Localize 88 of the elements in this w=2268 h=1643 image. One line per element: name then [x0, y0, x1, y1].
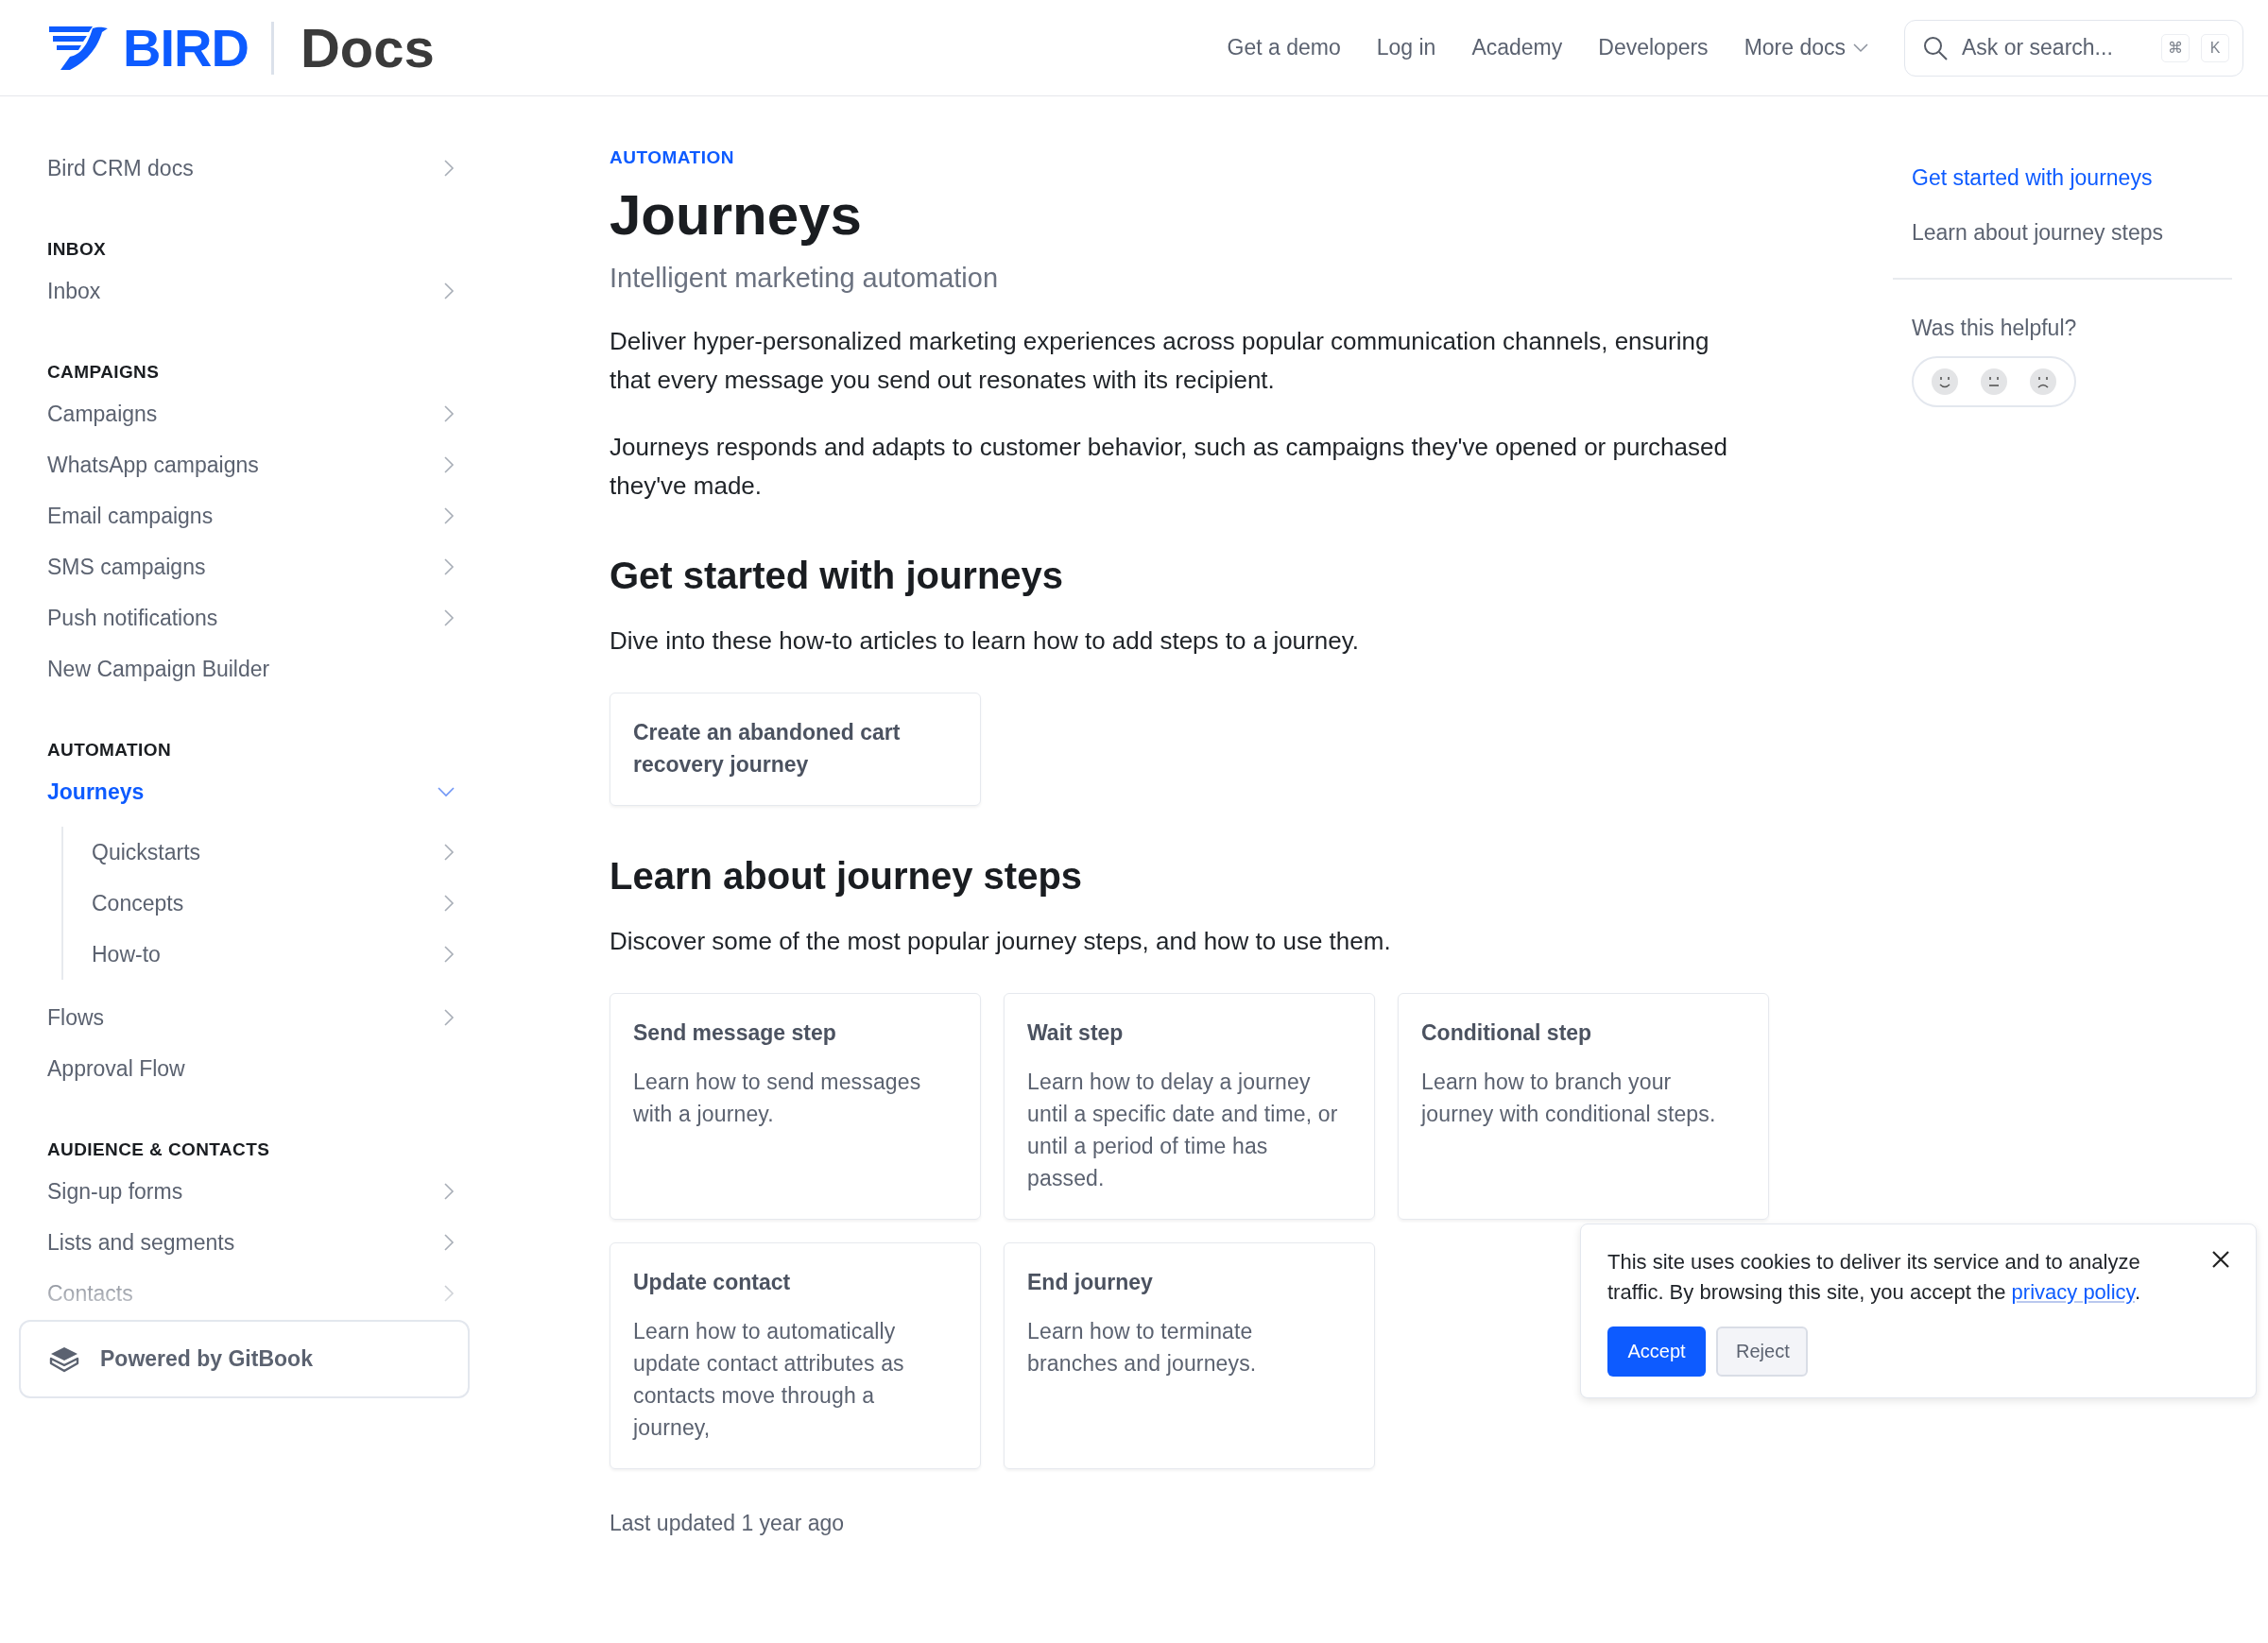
toc-link[interactable]: Get started with journeys	[1912, 164, 2232, 191]
chevron-right-icon	[442, 158, 455, 179]
gitbook-icon	[49, 1345, 79, 1373]
page-title: Journeys	[610, 182, 863, 248]
sidebar-item[interactable]: Quickstarts	[92, 827, 463, 878]
sidebar-item[interactable]: Sign-up forms	[47, 1166, 463, 1217]
article-card[interactable]: Conditional step Learn how to branch your journey with conditional steps.	[1398, 993, 1769, 1220]
neutral-face-icon[interactable]	[1980, 368, 2008, 396]
sidebar-item[interactable]: Bird CRM docs	[47, 143, 463, 194]
search-icon	[1922, 34, 1949, 61]
chevron-right-icon	[442, 944, 455, 965]
chevron-right-icon	[442, 403, 455, 424]
chevron-right-icon	[442, 1181, 455, 1202]
section-heading: Learn about journey steps	[610, 855, 1084, 898]
chevron-right-icon	[442, 505, 455, 526]
card-title: Update contact	[633, 1269, 792, 1296]
nav-link[interactable]: Log in	[1376, 35, 1436, 60]
article-card[interactable]: Send message step Learn how to send messages with a journey.	[610, 993, 981, 1220]
sidebar-item[interactable]: SMS campaigns	[47, 541, 463, 592]
cookie-notice: This site uses cookies to deliver its service and to analyze traffic. By browsing this site, you accept the privacy policy.	[1607, 1249, 2142, 1306]
card-description: Learn how to delay a journey until a specific date and time, or until a period of time has passed.	[1027, 1069, 1339, 1192]
reject-button[interactable]: Reject	[1716, 1326, 1808, 1377]
nav-link[interactable]: Academy	[1471, 35, 1563, 60]
card-description: Learn how to send messages with a journey.	[633, 1069, 922, 1128]
section-heading: Get started with journeys	[610, 555, 1065, 597]
search-box[interactable]: Ask or search... ⌘ K	[1904, 19, 2243, 77]
section-heading: INBOX	[47, 238, 108, 261]
chevron-down-icon	[437, 785, 455, 798]
section-heading: AUTOMATION	[47, 739, 172, 762]
chevron-right-icon	[442, 842, 455, 863]
article-card[interactable]: End journey Learn how to terminate branches and journeys.	[1004, 1242, 1375, 1469]
breadcrumb: AUTOMATION	[610, 147, 735, 168]
section-heading: AUDIENCE & CONTACTS	[47, 1138, 271, 1161]
paragraph: Discover some of the most popular journey steps, and how to use them.	[610, 926, 1392, 957]
chevron-right-icon	[442, 893, 455, 914]
sidebar-item[interactable]: Campaigns	[47, 388, 463, 439]
card-title: Conditional step	[1421, 1019, 1593, 1047]
last-updated: Last updated 1 year ago	[610, 1511, 846, 1536]
shortcut-key: K	[2201, 33, 2229, 62]
sidebar-item[interactable]: New Campaign Builder	[47, 643, 463, 694]
page-subtitle: Intelligent marketing automation	[610, 263, 1000, 294]
privacy-policy-link[interactable]: privacy policy	[2011, 1280, 2135, 1304]
sidebar-item[interactable]: Push notifications	[47, 592, 463, 643]
sidebar-item[interactable]: Concepts	[92, 878, 463, 929]
nav-link[interactable]: Developers	[1598, 35, 1709, 60]
sad-face-icon[interactable]	[2029, 368, 2057, 396]
sidebar-item[interactable]: How-to	[92, 929, 463, 980]
card-title: Send message step	[633, 1019, 837, 1047]
paragraph: Journeys responds and adapts to customer behavior, such as campaigns they've opened or purchased they've made.	[610, 432, 1728, 502]
toc-link[interactable]: Learn about journey steps	[1912, 219, 2232, 246]
chevron-right-icon	[442, 608, 455, 628]
nav-link[interactable]: Get a demo	[1227, 35, 1341, 60]
paragraph: Deliver hyper-personalized marketing experiences across popular communication channels, ensuring that every message you send out resonates with its recipient.	[610, 326, 1710, 396]
shortcut-key: ⌘	[2161, 33, 2190, 62]
card-description: Learn how to branch your journey with conditional steps.	[1421, 1069, 1717, 1128]
sidebar-item[interactable]: Lists and segments	[47, 1217, 463, 1268]
docs-title[interactable]: Docs	[300, 16, 435, 79]
paragraph: Dive into these how-to articles to learn how to add steps to a journey.	[610, 625, 1360, 657]
sidebar-item[interactable]: WhatsApp campaigns	[47, 439, 463, 490]
sidebar-item[interactable]: Flows	[47, 992, 463, 1043]
nav-dropdown[interactable]: More docs	[1744, 35, 1868, 60]
chevron-right-icon	[442, 454, 455, 475]
feedback-label: Was this helpful?	[1912, 316, 2078, 341]
powered-by-link[interactable]: Powered by GitBook	[19, 1320, 470, 1398]
card-title: Create an abandoned cart recovery journey	[633, 719, 902, 779]
close-icon[interactable]	[2210, 1249, 2231, 1270]
card-description: Learn how to terminate branches and journeys.	[1027, 1318, 1258, 1378]
sidebar-item[interactable]: Journeys	[47, 766, 463, 817]
happy-face-icon[interactable]	[1931, 368, 1959, 396]
sidebar-item[interactable]: Inbox	[47, 265, 463, 317]
bird-logo-icon[interactable]	[47, 24, 110, 72]
chevron-right-icon	[442, 1007, 455, 1028]
article-card[interactable]: Update contact Learn how to automatically update contact attributes as contacts move through a journey,	[610, 1242, 981, 1469]
card-description: Learn how to automatically update contact attributes as contacts move through a journey,	[633, 1318, 905, 1442]
section-heading: CAMPAIGNS	[47, 361, 161, 384]
chevron-right-icon	[442, 1232, 455, 1253]
card-title: End journey	[1027, 1269, 1154, 1296]
caret-icon	[1853, 43, 1868, 53]
accept-button[interactable]: Accept	[1607, 1326, 1706, 1377]
chevron-right-icon	[442, 1283, 455, 1304]
chevron-right-icon	[442, 556, 455, 577]
chevron-right-icon	[442, 281, 455, 301]
brand-logo[interactable]: BIRD	[123, 17, 249, 78]
card-title: Wait step	[1027, 1019, 1125, 1047]
article-card[interactable]: Wait step Learn how to delay a journey until a specific date and time, or until a period of time has passed.	[1004, 993, 1375, 1220]
article-card[interactable]: Create an abandoned cart recovery journey	[610, 693, 981, 806]
sidebar-item[interactable]: Approval Flow	[47, 1043, 463, 1094]
sidebar-item[interactable]: Email campaigns	[47, 490, 463, 541]
